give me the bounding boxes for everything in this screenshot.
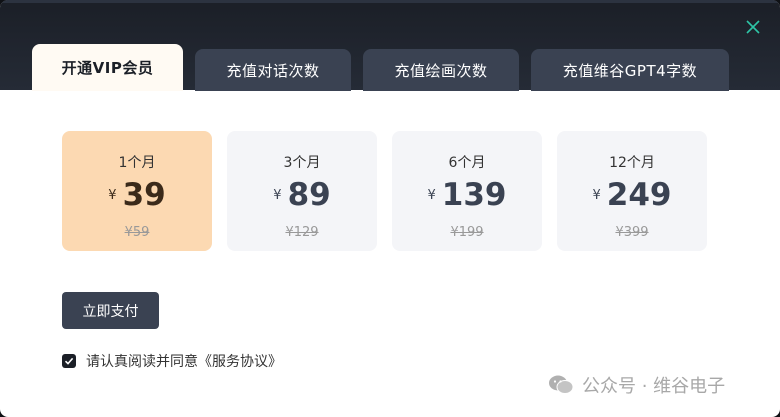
original-price: ¥399 <box>615 225 649 240</box>
plan-price: ¥139 <box>392 177 542 213</box>
plan-price: ¥89 <box>227 177 377 213</box>
agreement-checkbox[interactable] <box>62 354 76 368</box>
header-sliver <box>0 0 780 3</box>
plan-card-6-months[interactable]: 6个月 ¥139 ¥199 <box>392 131 542 251</box>
currency-symbol: ¥ <box>592 188 601 203</box>
modal-header: 开通VIP会员 充值对话次数 充值绘画次数 充值维谷GPT4字数 <box>0 0 780 91</box>
plan-card-3-months[interactable]: 3个月 ¥89 ¥129 <box>227 131 377 251</box>
plan-duration: 3个月 <box>283 155 321 171</box>
close-button[interactable] <box>744 18 762 36</box>
tab-vip-label: 开通VIP会员 <box>61 59 154 77</box>
pay-now-button[interactable]: 立即支付 <box>62 292 159 329</box>
tab-vip[interactable]: 开通VIP会员 <box>32 44 183 91</box>
agreement-text[interactable]: 请认真阅读并同意《服务协议》 <box>86 351 282 371</box>
original-price: ¥199 <box>450 225 484 240</box>
plan-price: ¥39 <box>62 177 212 213</box>
currency-symbol: ¥ <box>108 188 117 203</box>
tab-chat-recharge[interactable]: 充值对话次数 <box>195 49 351 91</box>
tab-drawing-recharge[interactable]: 充值绘画次数 <box>363 49 519 91</box>
tab-gpt4-label: 充值维谷GPT4字数 <box>562 61 698 80</box>
plan-price: ¥249 <box>557 177 707 213</box>
plan-duration: 12个月 <box>609 155 655 171</box>
vip-modal: 开通VIP会员 充值对话次数 充值绘画次数 充值维谷GPT4字数 1个月 ¥39… <box>0 0 780 417</box>
check-icon <box>64 357 74 365</box>
plan-duration: 6个月 <box>448 155 486 171</box>
original-price: ¥59 <box>124 225 150 240</box>
tab-chat-label: 充值对话次数 <box>226 61 320 80</box>
close-icon <box>746 20 760 34</box>
currency-symbol: ¥ <box>427 188 436 203</box>
watermark: 公众号 · 维谷电子 <box>548 373 725 397</box>
currency-symbol: ¥ <box>273 188 282 203</box>
tab-drawing-label: 充值绘画次数 <box>394 61 488 80</box>
plan-duration: 1个月 <box>118 155 156 171</box>
tab-gpt4-recharge[interactable]: 充值维谷GPT4字数 <box>531 49 729 91</box>
watermark-text: 公众号 · 维谷电子 <box>582 376 726 397</box>
plan-card-12-months[interactable]: 12个月 ¥249 ¥399 <box>557 131 707 251</box>
agreement-row: 请认真阅读并同意《服务协议》 <box>62 352 282 370</box>
price-value: 139 <box>441 177 507 213</box>
original-price: ¥129 <box>285 225 319 240</box>
price-value: 89 <box>287 177 331 213</box>
plan-card-1-month[interactable]: 1个月 ¥39 ¥59 <box>62 131 212 251</box>
price-value: 39 <box>122 177 166 213</box>
price-value: 249 <box>606 177 672 213</box>
wechat-icon <box>549 375 574 394</box>
